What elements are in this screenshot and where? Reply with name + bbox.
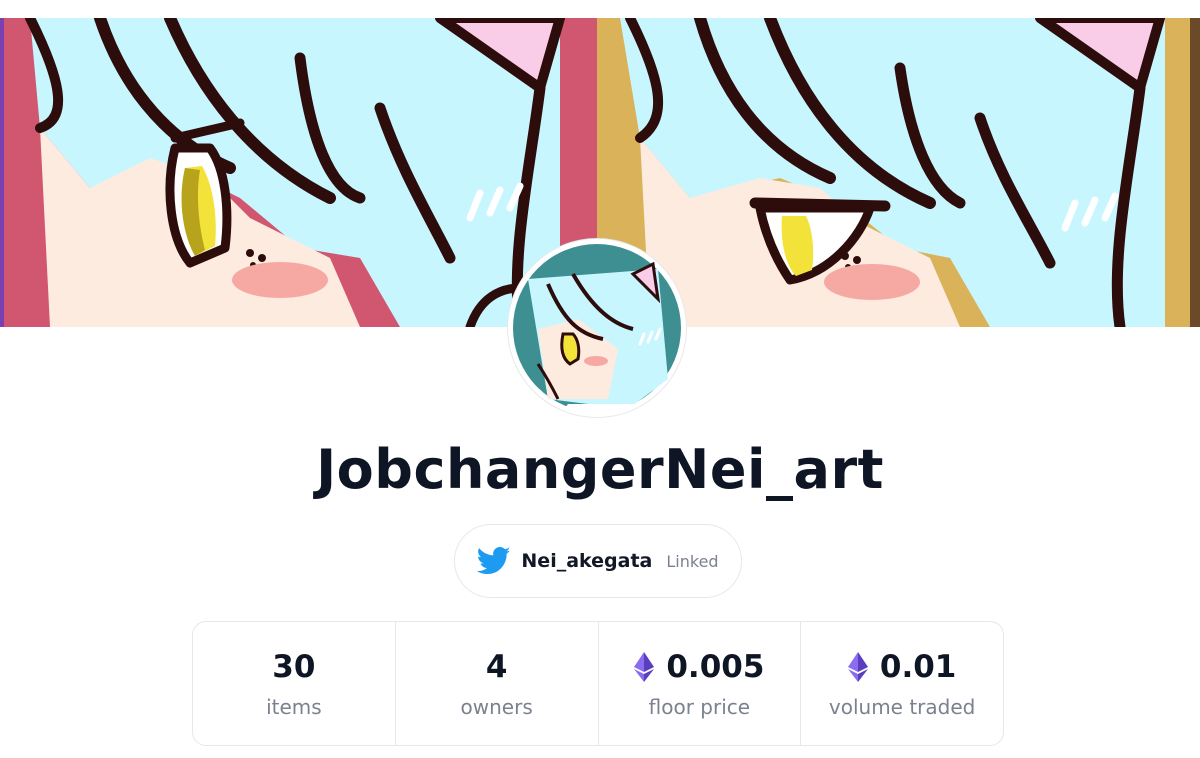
linked-status: Linked [666,551,719,571]
ethereum-icon [634,651,655,682]
twitter-bird-icon [477,546,511,576]
collection-stats: 30 items 4 owners 0.005 floor price 0.01… [192,621,1004,746]
collection-avatar[interactable] [508,239,686,417]
stat-value: 30 [272,649,315,685]
twitter-link-button[interactable]: Nei_akegata Linked [454,524,742,598]
stat-volume-traded[interactable]: 0.01 volume traded [801,622,1003,745]
stat-label: floor price [648,694,751,719]
stat-value: 0.005 [634,649,764,685]
stat-value: 4 [486,649,508,685]
stat-number: 0.01 [879,648,957,685]
stat-number: 0.005 [666,648,765,685]
stat-number: 30 [272,648,316,685]
ethereum-icon [847,651,868,682]
stat-number: 4 [485,648,508,685]
stat-label: owners [460,694,533,719]
stat-owners[interactable]: 4 owners [396,622,599,745]
stat-floor-price[interactable]: 0.005 floor price [599,622,802,745]
stat-label: items [266,694,322,719]
stat-value: 0.01 [847,648,957,685]
stat-label: volume traded [828,694,976,719]
collection-title: JobchangerNei_art [316,438,884,501]
twitter-handle: Nei_akegata [521,550,653,572]
stat-items[interactable]: 30 items [193,622,396,745]
